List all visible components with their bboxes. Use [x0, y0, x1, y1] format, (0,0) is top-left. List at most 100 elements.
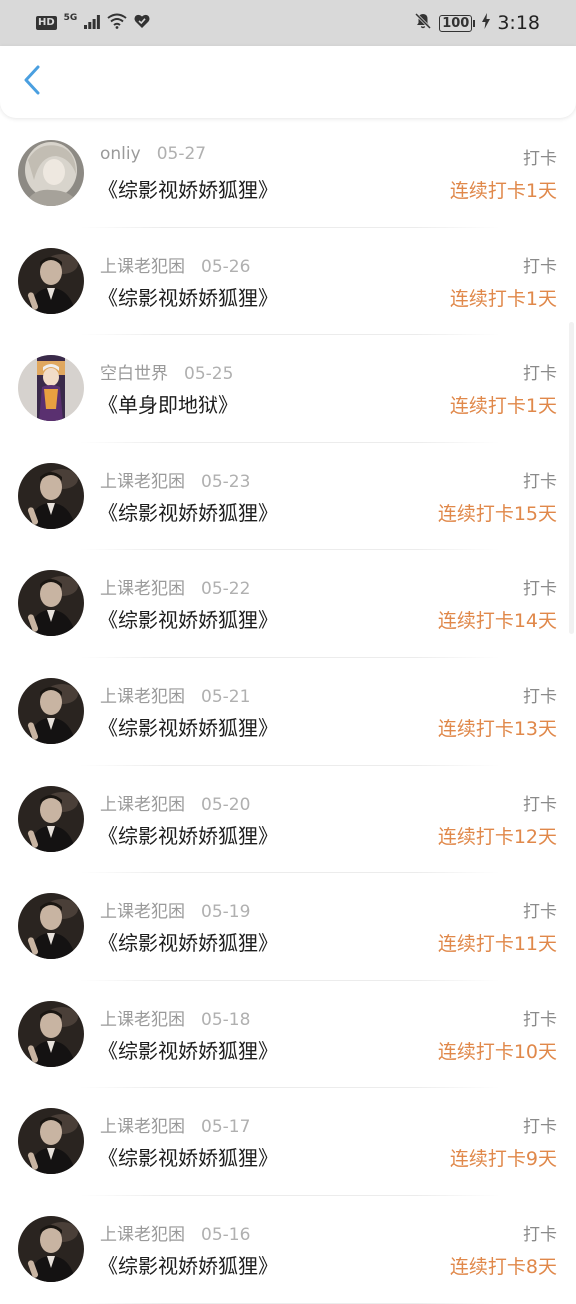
divider	[80, 1302, 500, 1304]
item-meta: onliy 05-27	[100, 144, 206, 164]
checkin-date: 05-25	[184, 364, 234, 385]
list-item[interactable]: 上课老犯困 05-16 《综影视娇娇狐狸》 打卡 连续打卡8天	[0, 1196, 576, 1304]
checkin-date: 05-22	[201, 579, 251, 600]
list-item[interactable]: onliy 05-27 《综影视娇娇狐狸》 打卡 连续打卡1天	[0, 120, 576, 228]
checkin-action-label: 打卡	[523, 902, 557, 923]
streak-label: 连续打卡1天	[449, 395, 557, 418]
streak-label: 连续打卡8天	[449, 1255, 557, 1278]
list-item[interactable]: 上课老犯困 05-26 《综影视娇娇狐狸》 打卡 连续打卡1天	[0, 228, 576, 336]
item-meta: 上课老犯困 05-20	[100, 790, 250, 815]
back-button[interactable]	[14, 64, 50, 100]
list-item[interactable]: 上课老犯困 05-21 《综影视娇娇狐狸》 打卡 连续打卡13天	[0, 658, 576, 766]
checkin-list: onliy 05-27 《综影视娇娇狐狸》 打卡 连续打卡1天 上课老犯困 05-2…	[0, 120, 576, 1304]
checkin-date: 05-23	[201, 471, 251, 492]
signal-icon	[84, 14, 101, 33]
item-meta: 上课老犯困 05-19	[100, 897, 250, 922]
username[interactable]: 上课老犯困	[100, 902, 185, 922]
checkin-action-label: 打卡	[523, 1009, 557, 1030]
battery-nub	[473, 19, 476, 27]
avatar[interactable]	[18, 355, 84, 422]
avatar[interactable]	[18, 1108, 84, 1175]
item-meta: 上课老犯困 05-22	[100, 574, 250, 599]
book-title[interactable]: 《综影视娇娇狐狸》	[98, 174, 278, 203]
avatar[interactable]	[18, 570, 84, 637]
avatar[interactable]	[18, 462, 84, 529]
username[interactable]: onliy	[100, 144, 141, 164]
book-title[interactable]: 《综影视娇娇狐狸》	[98, 604, 278, 633]
checkin-date: 05-16	[201, 1224, 251, 1245]
shield-check-icon	[134, 13, 150, 33]
item-meta: 上课老犯困 05-26	[100, 252, 250, 277]
username[interactable]: 上课老犯困	[100, 795, 185, 815]
item-meta: 上课老犯困 05-21	[100, 682, 250, 707]
book-title[interactable]: 《综影视娇娇狐狸》	[98, 927, 278, 956]
username[interactable]: 上课老犯困	[100, 1225, 185, 1245]
book-title[interactable]: 《单身即地狱》	[98, 389, 238, 418]
checkin-date: 05-20	[201, 794, 251, 815]
list-item[interactable]: 上课老犯困 05-18 《综影视娇娇狐狸》 打卡 连续打卡10天	[0, 981, 576, 1089]
checkin-action-label: 打卡	[523, 579, 557, 600]
list-item[interactable]: 上课老犯困 05-23 《综影视娇娇狐狸》 打卡 连续打卡15天	[0, 443, 576, 551]
book-title[interactable]: 《综影视娇娇狐狸》	[98, 712, 278, 741]
avatar[interactable]	[18, 677, 84, 744]
checkin-action-label: 打卡	[523, 149, 557, 169]
wifi-icon	[107, 13, 127, 33]
streak-label: 连续打卡11天	[437, 933, 557, 956]
hd-badge: HD	[36, 16, 57, 30]
streak-label: 连续打卡13天	[437, 717, 557, 740]
checkin-action-label: 打卡	[523, 1224, 557, 1245]
avatar[interactable]	[18, 785, 84, 852]
streak-label: 连续打卡1天	[449, 287, 557, 310]
checkin-action-label: 打卡	[523, 471, 557, 492]
bell-off-icon	[414, 12, 432, 34]
book-title[interactable]: 《综影视娇娇狐狸》	[98, 1035, 278, 1064]
top-nav-bar	[0, 46, 576, 118]
list-item[interactable]: 上课老犯困 05-20 《综影视娇娇狐狸》 打卡 连续打卡12天	[0, 766, 576, 874]
streak-label: 连续打卡15天	[437, 502, 557, 525]
checkin-action-label: 打卡	[523, 686, 557, 707]
list-item[interactable]: 上课老犯困 05-22 《综影视娇娇狐狸》 打卡 连续打卡14天	[0, 550, 576, 658]
username[interactable]: 上课老犯困	[100, 257, 185, 277]
list-item[interactable]: 上课老犯困 05-17 《综影视娇娇狐狸》 打卡 连续打卡9天	[0, 1088, 576, 1196]
book-title[interactable]: 《综影视娇娇狐狸》	[98, 282, 278, 311]
charging-icon	[482, 13, 491, 33]
username[interactable]: 上课老犯困	[100, 1117, 185, 1137]
battery-icon: 100	[439, 14, 476, 32]
book-title[interactable]: 《综影视娇娇狐狸》	[98, 497, 278, 526]
clock-time: 3:18	[497, 12, 540, 34]
book-title[interactable]: 《综影视娇娇狐狸》	[98, 820, 278, 849]
avatar[interactable]	[18, 1215, 84, 1282]
username[interactable]: 空白世界	[100, 364, 168, 384]
username[interactable]: 上课老犯困	[100, 579, 185, 599]
checkin-action-label: 打卡	[523, 794, 557, 815]
item-meta: 上课老犯困 05-23	[100, 467, 250, 492]
status-left: HD 5G	[36, 13, 150, 33]
streak-label: 连续打卡9天	[449, 1148, 557, 1171]
checkin-action-label: 打卡	[523, 364, 557, 385]
username[interactable]: 上课老犯困	[100, 687, 185, 707]
streak-label: 连续打卡1天	[449, 180, 557, 202]
avatar[interactable]	[18, 893, 84, 960]
username[interactable]: 上课老犯困	[100, 1010, 185, 1030]
list-item[interactable]: 空白世界 05-25 《单身即地狱》 打卡 连续打卡1天	[0, 335, 576, 443]
item-meta: 上课老犯困 05-17	[100, 1112, 250, 1137]
book-title[interactable]: 《综影视娇娇狐狸》	[98, 1142, 278, 1171]
checkin-date: 05-21	[201, 686, 251, 707]
checkin-date: 05-17	[201, 1117, 251, 1138]
status-bar: HD 5G 100 3:18	[0, 0, 576, 46]
book-title[interactable]: 《综影视娇娇狐狸》	[98, 1250, 278, 1279]
scroll-indicator	[569, 322, 574, 634]
chevron-left-icon	[22, 65, 42, 99]
list-item[interactable]: 上课老犯困 05-19 《综影视娇娇狐狸》 打卡 连续打卡11天	[0, 873, 576, 981]
username[interactable]: 上课老犯困	[100, 472, 185, 492]
avatar[interactable]	[18, 140, 84, 206]
avatar[interactable]	[18, 247, 84, 314]
checkin-action-label: 打卡	[523, 256, 557, 277]
item-meta: 上课老犯困 05-18	[100, 1005, 250, 1030]
checkin-date: 05-19	[201, 902, 251, 923]
streak-label: 连续打卡10天	[437, 1040, 557, 1063]
avatar[interactable]	[18, 1000, 84, 1067]
item-meta: 上课老犯困 05-16	[100, 1220, 250, 1245]
streak-label: 连续打卡12天	[437, 825, 557, 848]
streak-label: 连续打卡14天	[437, 610, 557, 633]
